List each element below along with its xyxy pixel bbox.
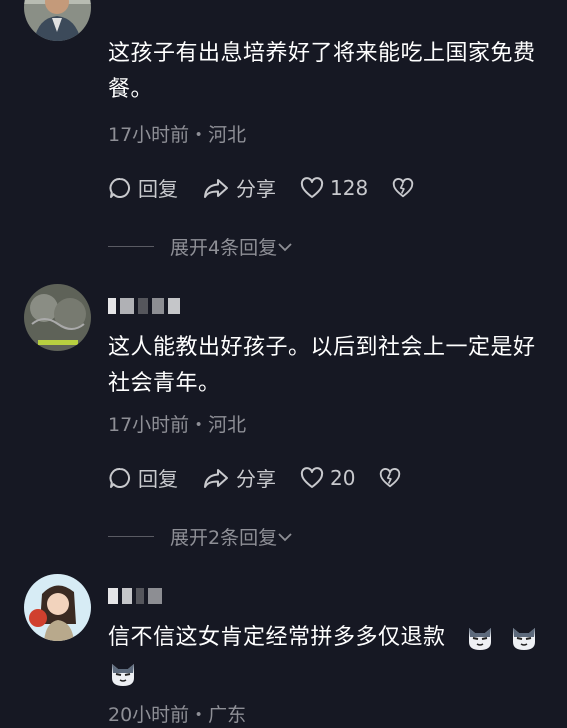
expand-replies-label: 展开4条回复: [170, 237, 278, 259]
avatar[interactable]: [24, 574, 91, 641]
share-label: 分享: [236, 177, 276, 201]
like-button[interactable]: 20: [300, 466, 355, 490]
heart-icon: [300, 176, 324, 198]
avatar-image: [24, 574, 91, 641]
reply-label: 回复: [138, 467, 178, 491]
reply-button[interactable]: 回复: [108, 173, 178, 202]
expand-replies[interactable]: 展开2条回复: [108, 523, 293, 550]
like-count: 20: [330, 465, 356, 490]
share-icon: [204, 468, 228, 488]
divider-line: [108, 246, 154, 247]
smirk-cat-emoji-icon: [112, 664, 134, 686]
comment-actions: 回复 分享 20: [108, 463, 425, 492]
comment-text: 这人能教出好孩子。以后到社会上一定是好社会青年。: [108, 335, 536, 396]
expand-replies[interactable]: 展开4条回复: [108, 233, 293, 260]
avatar-image: [24, 284, 91, 351]
smirk-cat-emoji-icon: [512, 628, 535, 650]
avatar[interactable]: [24, 284, 91, 351]
smirk-cat-emoji-icon: [469, 628, 492, 650]
share-icon: [204, 178, 228, 198]
dislike-button[interactable]: [392, 177, 414, 199]
comment-text: 这孩子有出息培养好了将来能吃上国家免费餐。: [108, 41, 536, 102]
comment-text-content: 信不信这女肯定经常拼多多仅退款: [108, 625, 446, 650]
broken-heart-icon: [380, 467, 401, 487]
comment-text: 信不信这女肯定经常拼多多仅退款: [108, 620, 548, 692]
username-blurred[interactable]: [108, 588, 162, 604]
reply-button[interactable]: 回复: [108, 463, 178, 492]
share-button[interactable]: 分享: [202, 173, 276, 202]
divider-line: [108, 536, 154, 537]
username-blurred[interactable]: [108, 298, 180, 314]
broken-heart-icon: [392, 177, 414, 197]
heart-icon: [300, 466, 324, 488]
dislike-button[interactable]: [379, 467, 401, 489]
reply-label: 回复: [138, 177, 178, 201]
comment-meta: 17小时前・河北: [108, 414, 247, 436]
chevron-down-icon: [278, 532, 292, 541]
avatar[interactable]: [24, 0, 91, 41]
chevron-down-icon: [278, 242, 292, 251]
comment-meta: 20小时前・广东: [108, 704, 247, 726]
reply-icon: [109, 177, 131, 198]
share-label: 分享: [236, 467, 276, 491]
comment-actions: 回复 分享 128: [108, 173, 438, 202]
like-button[interactable]: 128: [300, 176, 368, 200]
avatar-image: [24, 0, 91, 41]
reply-icon: [109, 467, 131, 488]
comment-meta: 17小时前・河北: [108, 124, 247, 146]
expand-replies-label: 展开2条回复: [170, 527, 278, 549]
share-button[interactable]: 分享: [202, 463, 276, 492]
like-count: 128: [330, 175, 369, 200]
